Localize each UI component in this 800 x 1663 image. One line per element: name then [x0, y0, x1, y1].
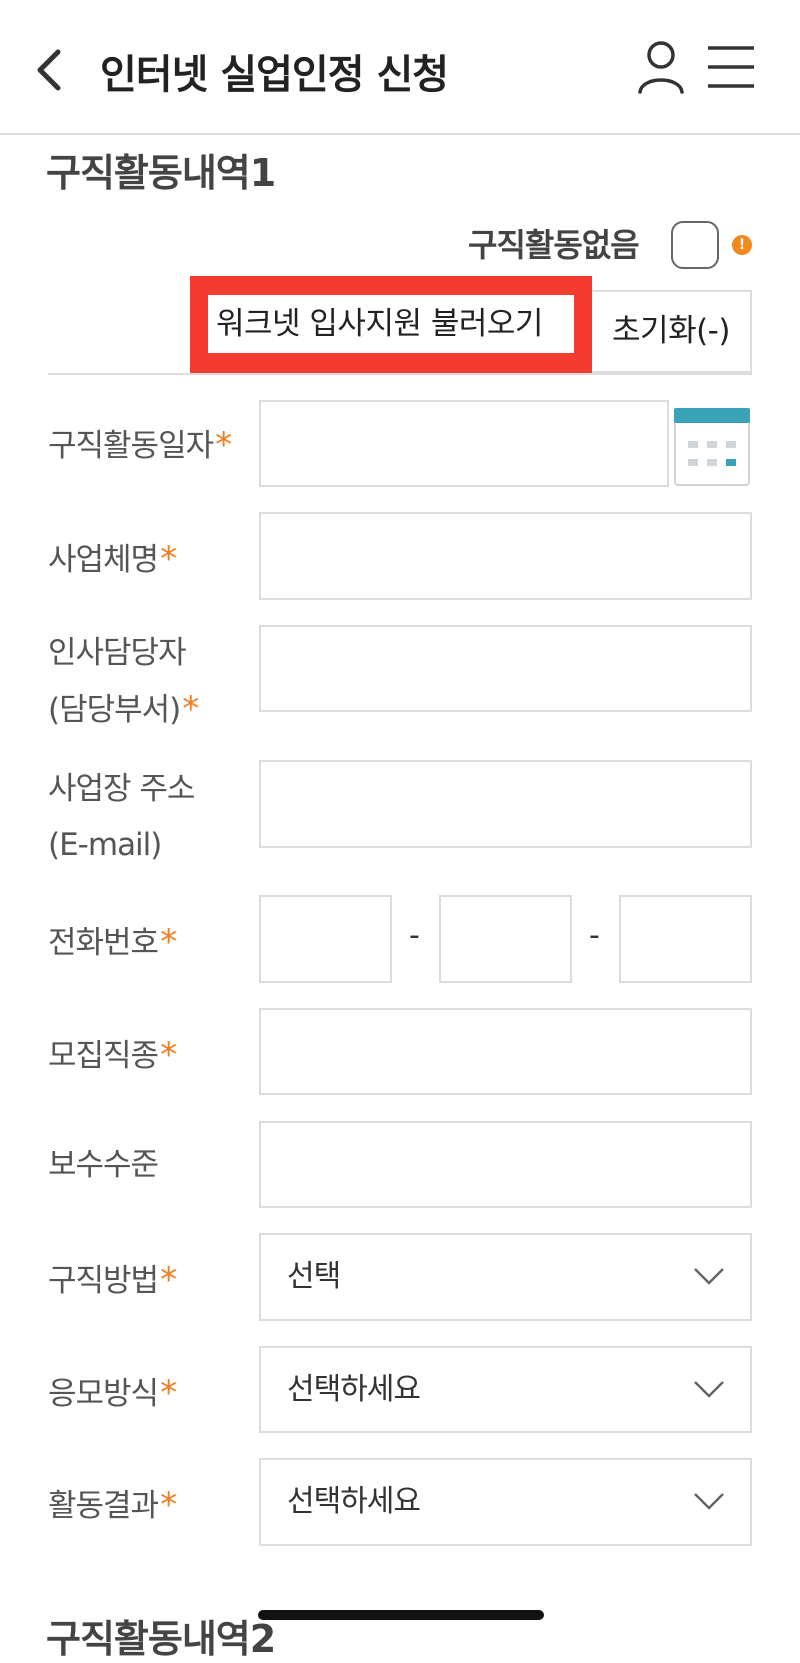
user-button[interactable]: [636, 38, 686, 98]
result-label: 활동결과*: [48, 1485, 177, 1525]
required-mark: *: [160, 1035, 177, 1075]
phone-middle-input[interactable]: [439, 895, 572, 983]
required-mark: *: [160, 922, 177, 962]
chevron-down-icon: [694, 1268, 724, 1285]
required-mark: *: [160, 1485, 177, 1525]
apply-method-select[interactable]: 선택하세요: [259, 1346, 752, 1433]
required-mark: *: [215, 425, 232, 465]
calendar-button[interactable]: [674, 408, 750, 486]
user-icon: [638, 41, 684, 94]
back-button[interactable]: [28, 38, 72, 98]
activity-date-input[interactable]: [259, 400, 669, 487]
divider: [48, 373, 752, 375]
job-method-select[interactable]: 선택: [259, 1233, 752, 1321]
hr-manager-input[interactable]: [259, 625, 752, 712]
back-icon: [37, 49, 61, 91]
salary-label: 보수수준: [48, 1147, 159, 1183]
worknet-import-button[interactable]: 워크넷 입사지원 불러오기: [208, 295, 574, 353]
result-value: 선택하세요: [287, 1484, 421, 1519]
apply-method-label: 응모방식*: [48, 1373, 177, 1413]
menu-icon: [708, 46, 754, 88]
no-activity-label: 구직활동없음: [468, 226, 640, 264]
phone-separator: -: [589, 918, 600, 953]
company-name-label: 사업체명*: [48, 539, 177, 579]
activity-date-label: 구직활동일자*: [48, 425, 232, 465]
phone-separator: -: [409, 918, 420, 953]
required-mark: *: [182, 689, 199, 729]
page-title: 인터넷 실업인정 신청: [100, 52, 449, 98]
salary-input[interactable]: [259, 1121, 752, 1208]
hr-department-label: (담당부서)*: [48, 689, 199, 729]
job-type-input[interactable]: [259, 1008, 752, 1095]
next-section-title: 구직활동내역2: [46, 1617, 276, 1661]
app-header: 인터넷 실업인정 신청: [0, 0, 800, 135]
no-activity-checkbox[interactable]: [671, 221, 719, 269]
phone-label: 전화번호*: [48, 922, 177, 962]
menu-button[interactable]: [706, 44, 756, 90]
chevron-down-icon: [694, 1381, 724, 1398]
company-name-input[interactable]: [259, 512, 752, 600]
info-icon[interactable]: !: [732, 235, 752, 255]
apply-method-value: 선택하세요: [287, 1372, 421, 1407]
hr-manager-label: 인사담당자: [48, 635, 187, 671]
required-mark: *: [160, 539, 177, 579]
chevron-down-icon: [694, 1493, 724, 1510]
reset-button[interactable]: 초기화(-): [592, 290, 752, 373]
address-label: 사업장 주소: [48, 771, 195, 807]
section-title: 구직활동내역1: [46, 151, 276, 195]
phone-area-input[interactable]: [259, 895, 392, 983]
required-mark: *: [160, 1260, 177, 1300]
calendar-icon: [674, 408, 750, 486]
result-select[interactable]: 선택하세요: [259, 1458, 752, 1546]
phone-last-input[interactable]: [619, 895, 752, 983]
email-label: (E-mail): [48, 827, 162, 863]
home-indicator: [258, 1610, 544, 1620]
address-input[interactable]: [259, 760, 752, 848]
job-method-value: 선택: [287, 1259, 341, 1294]
required-mark: *: [160, 1373, 177, 1413]
job-type-label: 모집직종*: [48, 1035, 177, 1075]
job-method-label: 구직방법*: [48, 1260, 177, 1300]
